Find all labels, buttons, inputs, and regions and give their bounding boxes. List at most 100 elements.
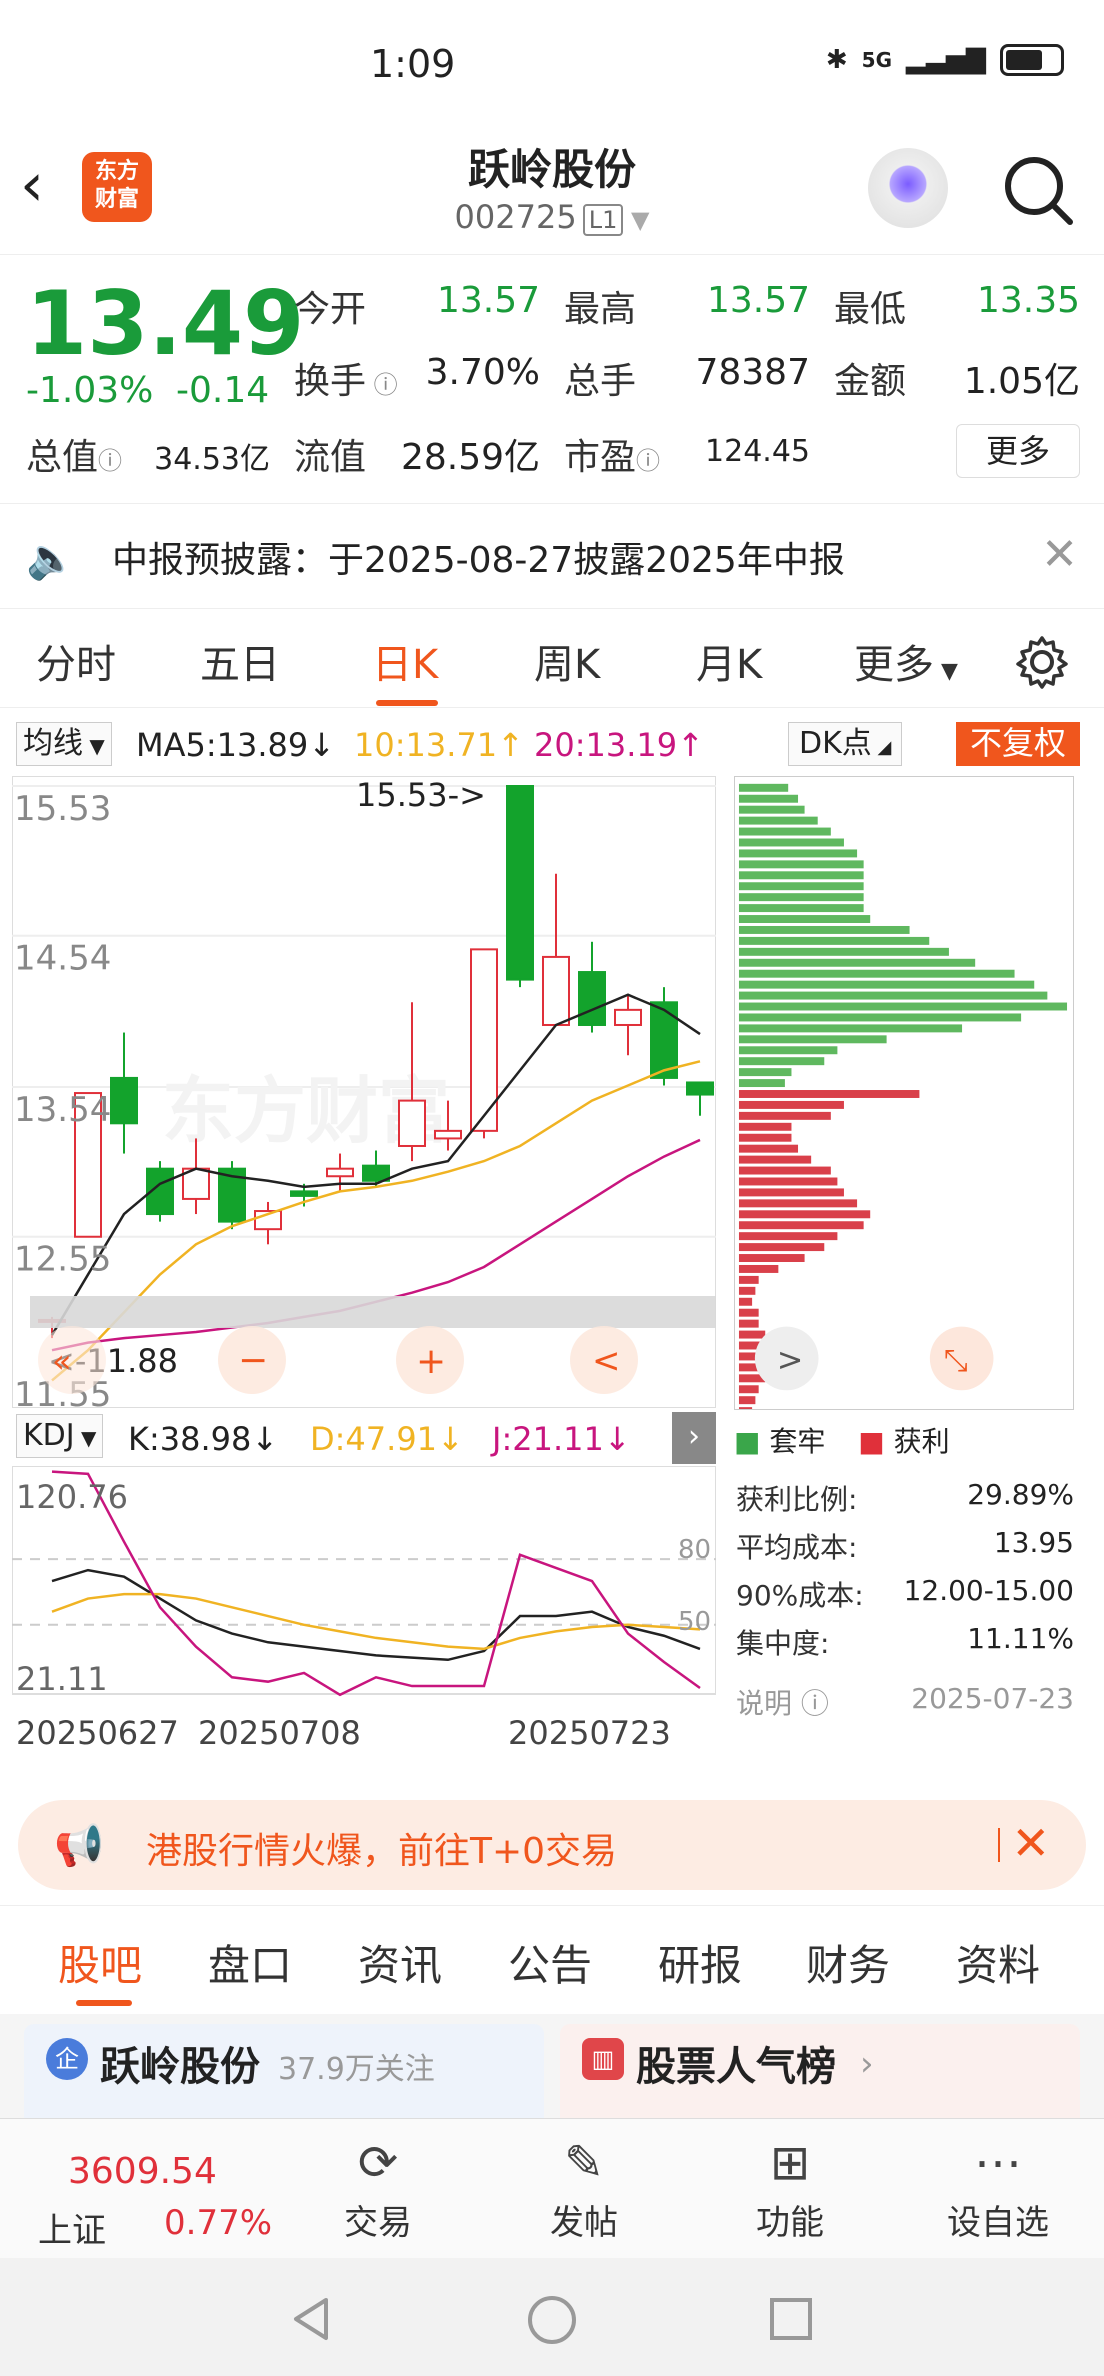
expand-right-button[interactable]: >: [754, 1326, 819, 1391]
notice-bar[interactable]: 🔈 中报预披露：于2025-08-27披露2025年中报 ✕: [0, 505, 1104, 609]
scroll-left-button[interactable]: <: [570, 1326, 638, 1394]
dk-point-toggle[interactable]: DK点 ◢: [788, 722, 903, 766]
tab-intraday[interactable]: 分时: [36, 632, 116, 690]
close-icon[interactable]: ✕: [1011, 1816, 1050, 1870]
system-home-icon[interactable]: [526, 2294, 578, 2346]
ma20-value: 20:13.19↑: [534, 726, 704, 764]
candlestick-chart[interactable]: 东方财富 15.5314.5413.5412.5511.55 15.53-> <…: [12, 776, 716, 1408]
chip-bar-profit: [738, 1297, 753, 1306]
tab-finance[interactable]: 财务: [806, 1932, 890, 1993]
tab-five-day[interactable]: 五日: [200, 632, 280, 690]
chip-bar-profit: [738, 1188, 844, 1197]
indicator-selector[interactable]: 均线 ▼: [16, 722, 112, 766]
trapped-swatch: ■: [734, 1425, 761, 1458]
rewind-button[interactable]: «: [38, 1326, 106, 1394]
divider: [998, 1828, 1000, 1862]
nav-post[interactable]: ✎ 发帖: [524, 2131, 644, 2244]
chevron-right-icon: ›: [860, 2044, 874, 2084]
kdj-80-label: 80: [678, 1535, 711, 1565]
price-axis-label: 14.54: [14, 939, 111, 979]
chip-bar-trapped: [738, 1046, 838, 1055]
amount-label: 金额: [834, 361, 907, 402]
chip-bar-trapped: [738, 1024, 963, 1033]
nav-trade[interactable]: ⟳ 交易: [318, 2131, 438, 2244]
active-tab-indicator: [376, 700, 438, 706]
bottom-navigation: 3609.54 上证 0.77% ⟳ 交易 ✎ 发帖 ⊞ 功能 ⋯ 设自选: [0, 2118, 1104, 2258]
ma-legend-bar: 均线 ▼ MA5:13.89↓ 10:13.71↑ 20:13.19↑ DK点 …: [0, 718, 1104, 770]
float-cap-value: 28.59亿: [400, 437, 540, 478]
chip-bar-trapped: [738, 947, 949, 956]
chip-bar-profit: [738, 1166, 831, 1175]
chip-bar-profit: [738, 1319, 759, 1328]
tab-announcements[interactable]: 公告: [508, 1932, 592, 1993]
price-axis-label: 12.55: [14, 1240, 111, 1280]
nav-add-watchlist[interactable]: ⋯ 设自选: [938, 2131, 1058, 2244]
more-button[interactable]: 更多: [956, 424, 1080, 478]
tab-guba[interactable]: 股吧: [58, 1932, 142, 1993]
system-recents-icon[interactable]: [768, 2296, 814, 2342]
nav-features[interactable]: ⊞ 功能: [730, 2131, 850, 2244]
tab-daily-k[interactable]: 日K: [372, 632, 438, 690]
price-axis-label: 15.53: [14, 789, 111, 829]
svg-text:«: «: [52, 1342, 72, 1380]
tab-weekly-k[interactable]: 周K: [534, 632, 600, 690]
fullscreen-icon[interactable]: ⤡: [929, 1326, 994, 1391]
system-back-icon[interactable]: [286, 2294, 336, 2344]
more-dots-icon: ⋯: [974, 2135, 1022, 2191]
card-subtitle: 37.9万关注: [278, 2052, 435, 2087]
stock-header: ‹ 东方 财富 跃岭股份 002725 L1 ▼: [0, 130, 1104, 255]
chip-bar-trapped: [738, 849, 858, 858]
chip-bar-profit: [738, 1275, 759, 1284]
chip-bar-trapped: [738, 805, 805, 814]
d-value: D:47.91↓: [310, 1420, 464, 1458]
float-cap-label: 流值: [294, 437, 367, 478]
tab-pankou[interactable]: 盘口: [208, 1932, 292, 1993]
chip-bar-trapped: [738, 783, 789, 792]
profit-swatch: ■: [858, 1425, 885, 1458]
chip-bar-profit: [738, 1111, 831, 1120]
chip-bar-trapped: [738, 1002, 1068, 1011]
search-icon[interactable]: [998, 150, 1078, 230]
tab-news[interactable]: 资讯: [358, 1932, 442, 1993]
close-icon[interactable]: ✕: [1041, 529, 1078, 580]
amount-value: 1.05亿: [963, 361, 1080, 402]
date-label-end: 20250723: [508, 1714, 671, 1752]
tab-monthly-k[interactable]: 月K: [696, 632, 762, 690]
chip-bar-trapped: [738, 1079, 785, 1088]
index-percent: 0.77%: [164, 2203, 273, 2243]
chip-bar-profit: [738, 1330, 766, 1339]
kdj-50-label: 50: [678, 1607, 711, 1637]
tab-research[interactable]: 研报: [658, 1932, 742, 1993]
signal-icon: ▂▃▅▇: [906, 45, 986, 75]
chip-bar-profit: [738, 1308, 759, 1317]
tab-more[interactable]: 更多 ▼: [854, 632, 958, 690]
chip-bar-trapped: [738, 958, 976, 967]
kdj-selector[interactable]: KDJ ▼: [16, 1414, 104, 1458]
chart-badge-icon: ▥: [582, 2038, 624, 2080]
zoom-in-button[interactable]: +: [396, 1326, 464, 1394]
tab-profile[interactable]: 资料: [956, 1932, 1040, 1993]
speaker-icon: 🔈: [26, 536, 76, 582]
chip-stat-row: 集中度: 11.11%: [736, 1622, 1074, 1660]
chip-bar-profit: [738, 1264, 779, 1273]
card-title: 股票人气榜: [636, 2044, 836, 2090]
active-tab-indicator: [76, 2000, 132, 2006]
zoom-out-button[interactable]: −: [218, 1326, 286, 1394]
chip-bar-trapped: [738, 882, 864, 891]
chip-bar-trapped: [738, 827, 831, 836]
company-badge-icon: 企: [46, 2038, 88, 2080]
assistant-avatar[interactable]: [868, 148, 948, 228]
chip-bar-profit: [738, 1385, 759, 1394]
expand-indicator-button[interactable]: ›: [672, 1412, 716, 1464]
quote-panel: 13.49 -1.03% -0.14 今开 13.57 最高 13.57 最低 …: [0, 256, 1104, 504]
chip-bar-trapped: [738, 1035, 887, 1044]
chip-bar-profit: [738, 1210, 871, 1219]
volume-value: 78387: [695, 352, 810, 393]
gear-icon[interactable]: [1014, 634, 1070, 690]
chip-bar-profit: [738, 1177, 838, 1186]
promo-banner[interactable]: 📢 港股行情火爆，前往T+0交易 ✕: [18, 1800, 1086, 1890]
chip-note-row[interactable]: 说明 ⓘ 2025-07-23: [736, 1682, 1074, 1722]
date-label-mid: 20250708: [198, 1714, 361, 1752]
chip-bar-profit: [738, 1286, 756, 1295]
adjust-button[interactable]: 不复权: [956, 722, 1081, 766]
